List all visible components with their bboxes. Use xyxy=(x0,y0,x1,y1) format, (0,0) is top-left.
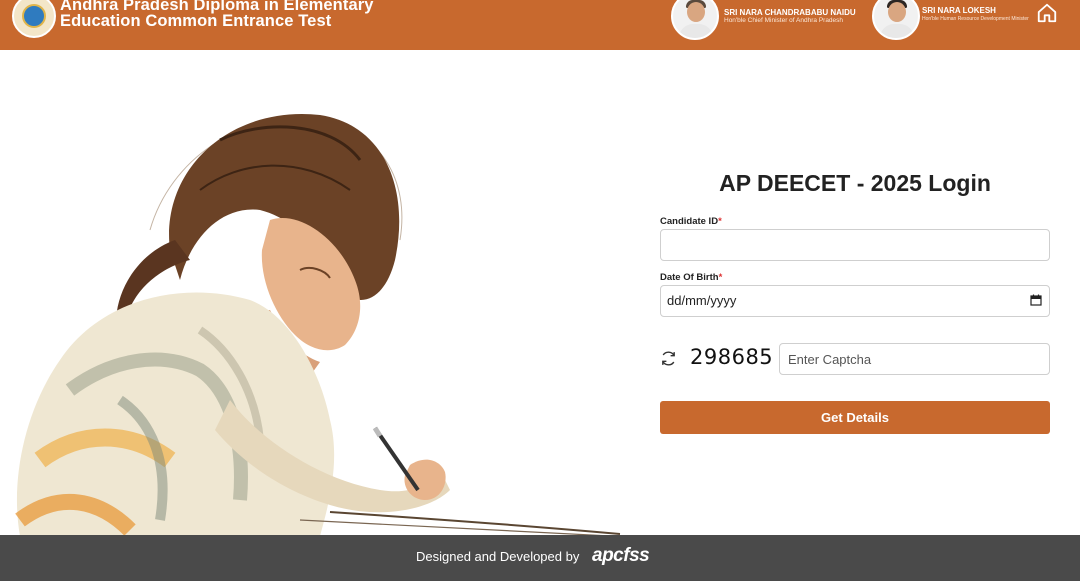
apcfss-logo: apcfss xyxy=(592,545,650,566)
captcha-code: 298685 xyxy=(690,345,774,369)
required-asterisk: * xyxy=(718,272,723,283)
candidate-id-label: Candidate ID* xyxy=(660,216,722,227)
chief-minister-avatar xyxy=(671,0,719,40)
chief-minister-role: Hon'ble Chief Minister of Andhra Pradesh xyxy=(724,17,844,24)
dob-label: Date Of Birth* xyxy=(660,272,722,283)
login-title: AP DEECET - 2025 Login xyxy=(719,170,991,196)
get-details-button[interactable]: Get Details xyxy=(660,401,1050,434)
dob-placeholder: dd/mm/yyyy xyxy=(667,293,737,308)
candidate-id-input[interactable] xyxy=(660,229,1050,261)
required-asterisk: * xyxy=(718,216,722,227)
app-title: Andhra Pradesh Diploma in Elementary Edu… xyxy=(60,0,374,29)
captcha-input[interactable] xyxy=(779,343,1050,375)
dob-label-text: Date Of Birth xyxy=(660,272,719,283)
hrd-minister-avatar xyxy=(872,0,920,40)
hrd-minister-name: SRI NARA LOKESH xyxy=(922,6,996,15)
calendar-icon[interactable] xyxy=(1030,294,1042,306)
student-writing-illustration xyxy=(15,113,621,536)
hrd-minister-role: Hon'ble Human Resource Development Minis… xyxy=(922,16,1029,22)
candidate-id-label-text: Candidate ID xyxy=(660,216,719,227)
footer-credit-text: Designed and Developed by xyxy=(416,549,580,564)
apcfss-logo-text: apcfss xyxy=(592,545,649,566)
app-title-line2: Education Common Entrance Test xyxy=(60,12,332,30)
footer: Designed and Developed by apcfss xyxy=(0,535,1080,581)
home-icon[interactable] xyxy=(1036,2,1058,24)
top-header: Andhra Pradesh Diploma in Elementary Edu… xyxy=(0,0,1080,50)
chief-minister-name: SRI NARA CHANDRABABU NAIDU xyxy=(724,8,856,17)
ap-emblem-logo xyxy=(12,0,56,38)
refresh-captcha-icon[interactable] xyxy=(660,350,677,367)
